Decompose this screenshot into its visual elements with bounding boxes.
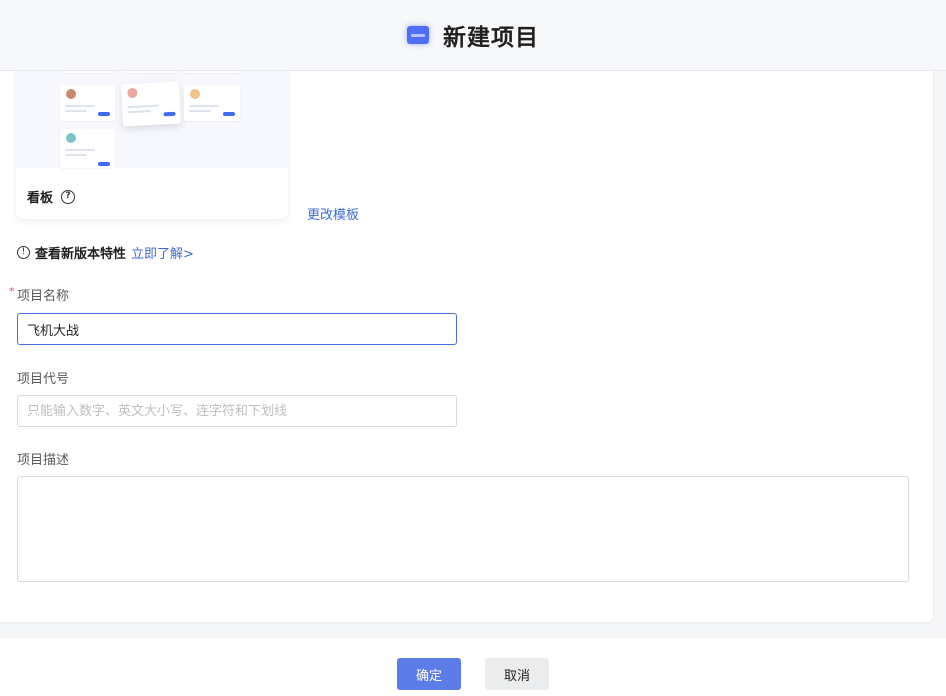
project-name-input[interactable] — [17, 313, 457, 345]
cancel-button[interactable]: 取消 — [485, 658, 549, 690]
project-description-label: 项目描述 — [17, 453, 70, 468]
project-code-label: 项目代号 — [17, 372, 70, 387]
change-template-link[interactable]: 更改模板 — [307, 204, 359, 223]
dialog-footer: 确定 取消 — [0, 638, 946, 696]
help-icon[interactable]: ? — [61, 189, 76, 204]
dialog-title: 新建项目 — [443, 25, 539, 51]
dialog-header: 新建项目 — [0, 0, 946, 71]
form-card: 看板 ? 更改模板 ! 查看新版本特性 立即了解> * 项目名称 项目代号 项目… — [0, 61, 933, 622]
confirm-button[interactable]: 确定 — [397, 658, 461, 690]
project-name-label-text: 项目名称 — [17, 289, 70, 304]
template-preview-image — [16, 61, 288, 168]
new-features-text: 查看新版本特性 — [35, 247, 127, 262]
template-name: 看板 — [27, 191, 54, 206]
learn-more-link[interactable]: 立即了解> — [131, 243, 194, 262]
project-name-label: * 项目名称 — [9, 285, 70, 304]
required-mark: * — [9, 285, 15, 298]
project-description-input[interactable] — [17, 476, 909, 582]
project-icon — [407, 26, 429, 44]
info-icon: ! — [17, 246, 30, 259]
new-features-notice: ! 查看新版本特性 立即了解> — [17, 243, 194, 262]
template-card[interactable]: 看板 ? — [16, 61, 288, 219]
project-code-input[interactable] — [17, 395, 457, 427]
